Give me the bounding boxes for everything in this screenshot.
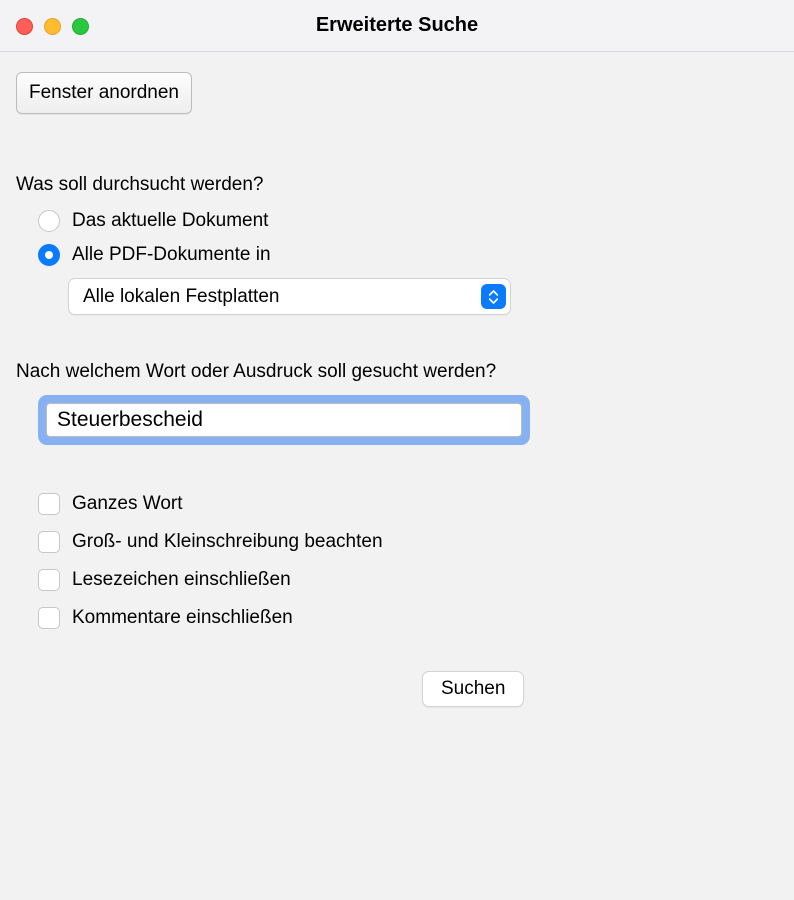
minimize-window-button[interactable] bbox=[44, 18, 61, 35]
scope-option-current-doc[interactable]: Das aktuelle Dokument bbox=[38, 210, 778, 232]
scope-option-all-pdfs[interactable]: Alle PDF-Dokumente in bbox=[38, 244, 778, 266]
radio-label: Das aktuelle Dokument bbox=[72, 210, 268, 232]
action-buttons: Suchen bbox=[16, 671, 778, 707]
radio-label: Alle PDF-Dokumente in bbox=[72, 244, 271, 266]
checkbox-icon bbox=[38, 569, 60, 591]
checkbox-icon bbox=[38, 607, 60, 629]
search-button[interactable]: Suchen bbox=[422, 671, 524, 707]
option-include-comments[interactable]: Kommentare einschließen bbox=[38, 607, 778, 629]
radio-selected-icon bbox=[38, 244, 60, 266]
search-term-heading: Nach welchem Wort oder Ausdruck soll ges… bbox=[16, 361, 778, 383]
dialog-content: Fenster anordnen Was soll durchsucht wer… bbox=[0, 52, 794, 727]
maximize-window-button[interactable] bbox=[72, 18, 89, 35]
option-include-bookmarks[interactable]: Lesezeichen einschließen bbox=[38, 569, 778, 591]
checkbox-icon bbox=[38, 493, 60, 515]
location-select-value: Alle lokalen Festplatten bbox=[68, 278, 511, 315]
window-controls bbox=[16, 18, 89, 35]
option-whole-word[interactable]: Ganzes Wort bbox=[38, 493, 778, 515]
option-case-sensitive[interactable]: Groß- und Kleinschreibung beachten bbox=[38, 531, 778, 553]
search-options: Ganzes Wort Groß- und Kleinschreibung be… bbox=[38, 493, 778, 629]
checkbox-label: Groß- und Kleinschreibung beachten bbox=[72, 531, 383, 553]
search-scope-heading: Was soll durchsucht werden? bbox=[16, 174, 778, 196]
location-select[interactable]: Alle lokalen Festplatten bbox=[68, 278, 511, 315]
checkbox-icon bbox=[38, 531, 60, 553]
checkbox-label: Kommentare einschließen bbox=[72, 607, 293, 629]
close-window-button[interactable] bbox=[16, 18, 33, 35]
search-term-input[interactable] bbox=[46, 403, 522, 437]
checkbox-label: Lesezeichen einschließen bbox=[72, 569, 291, 591]
window-titlebar: Erweiterte Suche bbox=[0, 0, 794, 52]
search-term-input-focus-ring bbox=[38, 395, 530, 445]
select-arrows-icon bbox=[481, 284, 506, 309]
checkbox-label: Ganzes Wort bbox=[72, 493, 183, 515]
window-title: Erweiterte Suche bbox=[316, 14, 478, 37]
arrange-windows-button[interactable]: Fenster anordnen bbox=[16, 72, 192, 114]
radio-icon bbox=[38, 210, 60, 232]
